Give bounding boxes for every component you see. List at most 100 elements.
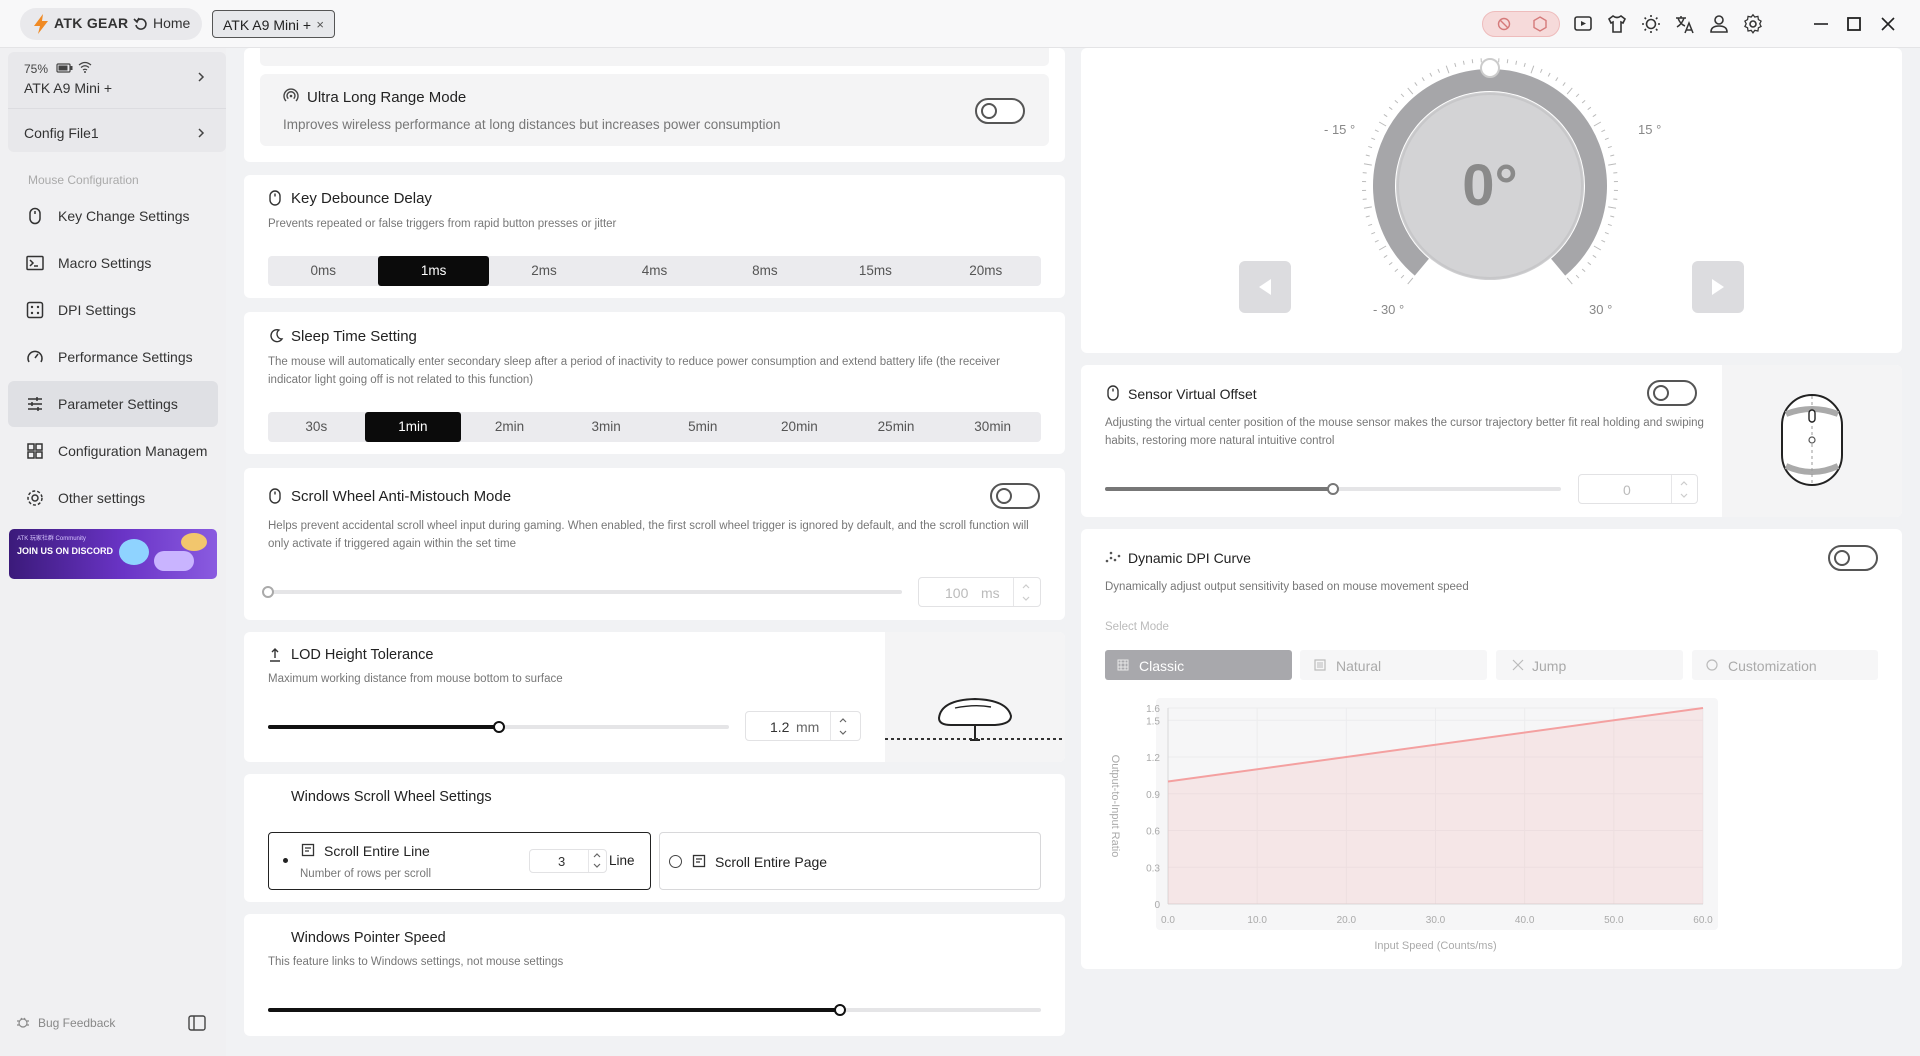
offset-toggle[interactable] [1647, 380, 1697, 406]
rotate-right-button[interactable] [1692, 261, 1744, 313]
sleep-option[interactable]: 3min [558, 412, 655, 442]
video-icon[interactable] [1572, 13, 1594, 35]
lod-slider-handle[interactable] [492, 721, 505, 733]
sleep-option-selected[interactable]: 1min [364, 412, 462, 442]
stepper-down-icon[interactable] [592, 862, 602, 870]
close-window-icon[interactable] [1880, 16, 1896, 32]
sleep-option[interactable]: 25min [848, 412, 945, 442]
dial-tick [1371, 231, 1376, 235]
gear-icon[interactable] [1742, 13, 1764, 35]
sleep-option[interactable]: 5min [655, 412, 752, 442]
translate-icon[interactable] [1674, 13, 1696, 35]
dial-tick [1575, 93, 1580, 98]
antimistouch-slider-handle[interactable] [262, 586, 274, 598]
dial-tick [1566, 277, 1573, 285]
stepper-down-icon[interactable] [1021, 595, 1031, 603]
x-axis-label: Input Speed (Counts/ms) [1374, 940, 1496, 952]
ultra-toggle[interactable] [975, 98, 1025, 124]
stepper-down-icon[interactable] [838, 729, 848, 737]
device-tab[interactable]: ATK A9 Mini + × [212, 10, 335, 38]
stepper-up-icon[interactable] [1679, 479, 1689, 487]
debounce-option[interactable]: 4ms [599, 256, 709, 286]
sidebar-item-performance[interactable]: Performance Settings [8, 334, 218, 380]
y-tick-label: 0.3 [1146, 863, 1160, 874]
scroll-line-option[interactable]: Scroll Entire Line Number of rows per sc… [268, 832, 651, 890]
dial-tick [1388, 261, 1393, 266]
close-tab-icon[interactable]: × [316, 17, 324, 32]
antimistouch-slider-track[interactable] [268, 590, 902, 594]
mode-label: Classic [1139, 658, 1185, 674]
dial-tick [1421, 77, 1425, 82]
debounce-option[interactable]: 8ms [710, 256, 820, 286]
sidebar-item-dpi[interactable]: DPI Settings [8, 287, 218, 333]
maximize-icon[interactable] [1846, 16, 1862, 32]
sleep-option[interactable]: 30min [944, 412, 1041, 442]
pointer-title: Windows Pointer Speed [291, 930, 446, 946]
bug-feedback-link[interactable]: Bug Feedback [38, 1016, 115, 1030]
stepper-up-icon[interactable] [1021, 582, 1031, 590]
debounce-option[interactable]: 0ms [268, 256, 378, 286]
scroll-page-title: Scroll Entire Page [715, 854, 828, 870]
rotate-left-button[interactable] [1239, 261, 1291, 313]
debounce-option[interactable]: 15ms [820, 256, 930, 286]
stepper-down-icon[interactable] [1679, 492, 1689, 500]
dial-tick [1429, 72, 1433, 77]
config-file[interactable]: Config File1 [24, 125, 99, 141]
bug-icon [16, 1016, 30, 1030]
angle-label: 15 ° [1638, 122, 1662, 137]
banner-text: JOIN US ON DISCORD [17, 546, 114, 556]
antimistouch-toggle[interactable] [990, 483, 1040, 509]
stepper-up-icon[interactable] [592, 851, 602, 859]
sidebar-item-key-change[interactable]: Key Change Settings [8, 193, 218, 239]
radio-dot [283, 858, 288, 863]
status-pill[interactable] [1482, 11, 1560, 37]
mode-label: Natural [1336, 658, 1382, 674]
shirt-icon[interactable] [1606, 13, 1628, 35]
dial-tick [1378, 121, 1387, 127]
stepper-up-icon[interactable] [838, 716, 848, 724]
mode-natural-button[interactable]: Natural [1300, 650, 1487, 680]
dial-tick [1581, 268, 1586, 273]
sidebar-item-other[interactable]: Other settings [8, 475, 218, 521]
antimistouch-input[interactable]: 100 ms [918, 577, 1041, 607]
sidebar-toggle-icon[interactable] [188, 1015, 206, 1031]
dial-tick [1607, 145, 1612, 149]
sidebar-item-label: Performance Settings [58, 349, 193, 365]
sleep-option[interactable]: 2min [461, 412, 558, 442]
debounce-option[interactable]: 20ms [931, 256, 1041, 286]
dial-tick [1368, 145, 1373, 149]
sleep-option[interactable]: 30s [268, 412, 365, 442]
home-button[interactable]: Home [153, 15, 190, 31]
device-tab-label: ATK A9 Mini + [223, 17, 312, 33]
dial-tick [1365, 154, 1370, 157]
dial-tick [1365, 215, 1370, 218]
dpi-curve-toggle[interactable] [1828, 545, 1878, 571]
dial-tick [1363, 206, 1372, 209]
discord-banner[interactable]: ATK 玩家社群 Community JOIN US ON DISCORD [9, 529, 217, 579]
sidebar-item-macro[interactable]: Macro Settings [8, 240, 218, 286]
debounce-option-selected[interactable]: 1ms [378, 256, 489, 286]
bolt-icon [30, 13, 52, 35]
home-icon[interactable] [133, 16, 149, 32]
dial-tick [1581, 99, 1586, 104]
divider [8, 108, 226, 109]
chevron-right-icon[interactable] [196, 126, 206, 140]
user-icon[interactable] [1708, 13, 1730, 35]
lod-input[interactable]: 1.2 mm [745, 711, 861, 741]
scroll-line-input[interactable]: 3 [529, 849, 607, 873]
scroll-page-option[interactable]: Scroll Entire Page [659, 832, 1041, 890]
brightness-icon[interactable] [1640, 13, 1662, 35]
minimize-icon[interactable] [1812, 16, 1830, 32]
debounce-option[interactable]: 2ms [489, 256, 599, 286]
sleep-option[interactable]: 20min [751, 412, 848, 442]
offset-slider-handle[interactable] [1327, 483, 1339, 495]
offset-input[interactable]: 0 [1578, 474, 1698, 504]
mode-classic-button[interactable]: Classic [1105, 650, 1292, 680]
mode-jump-button[interactable]: Jump [1496, 650, 1683, 680]
sidebar-item-configuration[interactable]: Configuration Managem [8, 428, 218, 474]
sidebar-item-label: Other settings [58, 490, 146, 506]
sidebar-item-parameter[interactable]: Parameter Settings [8, 381, 218, 427]
pointer-slider-handle[interactable] [834, 1004, 847, 1016]
mode-customization-button[interactable]: Customization [1692, 650, 1878, 680]
stepper-divider [1013, 578, 1014, 606]
